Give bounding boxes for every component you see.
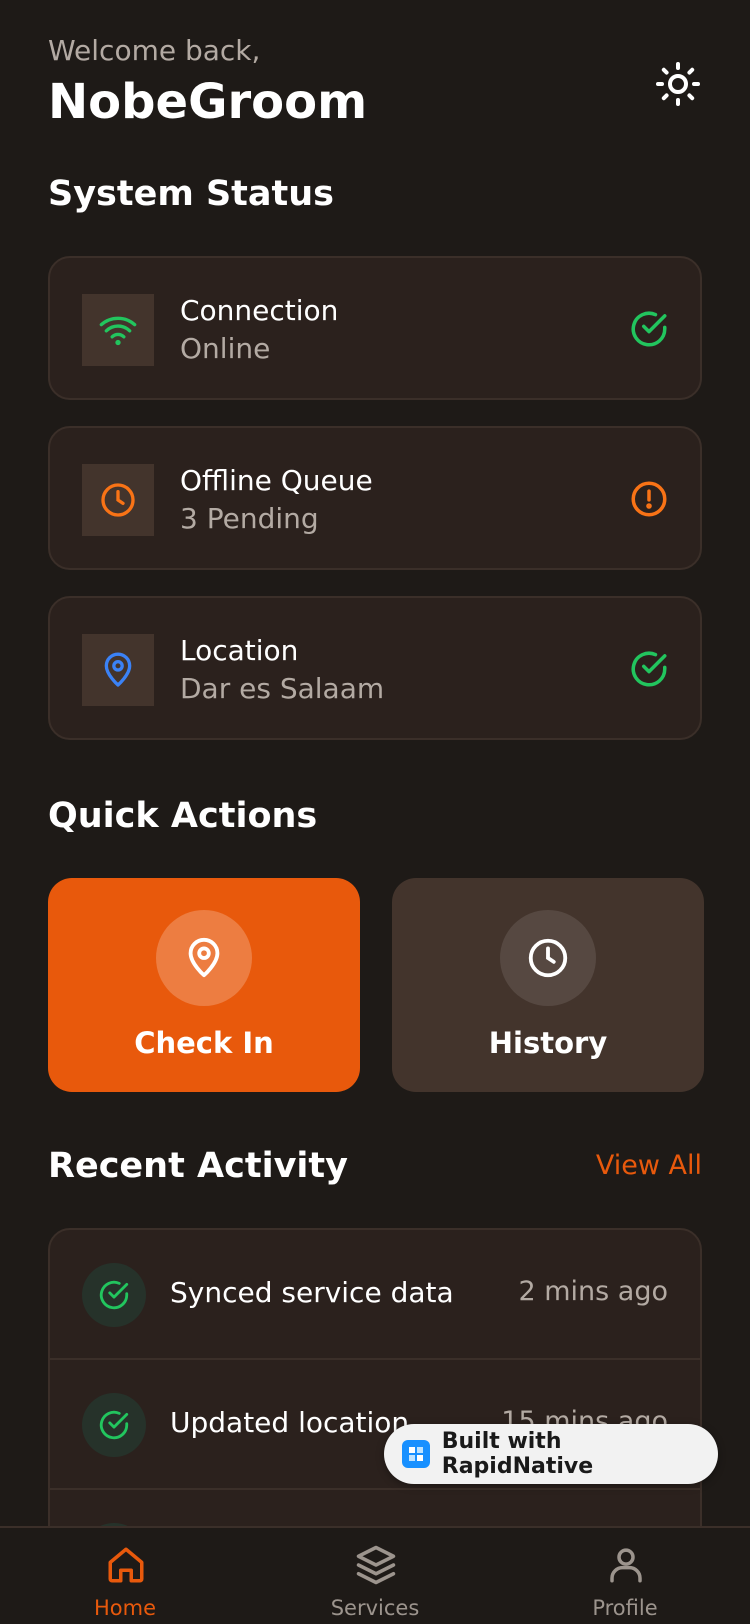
- activity-icon-circle: [82, 1263, 146, 1327]
- status-value: Dar es Salaam: [180, 672, 385, 705]
- action-label: Check In: [134, 1026, 274, 1060]
- status-icon-box: [82, 294, 154, 366]
- check-circle-icon: [631, 311, 667, 347]
- check-in-button[interactable]: Check In: [48, 878, 360, 1092]
- activity-text: Synced service data: [170, 1276, 454, 1309]
- list-item[interactable]: [50, 1490, 700, 1526]
- built-with-badge[interactable]: Built with RapidNative: [384, 1424, 718, 1484]
- status-value: 3 Pending: [180, 502, 319, 535]
- layers-icon: [356, 1545, 396, 1585]
- action-label: History: [488, 1026, 608, 1060]
- tab-home[interactable]: Home: [55, 1528, 195, 1624]
- recent-activity-title: Recent Activity: [48, 1146, 348, 1186]
- welcome-text: Welcome back,: [48, 34, 261, 67]
- alert-circle-icon: [631, 481, 667, 517]
- sun-icon: [656, 62, 700, 106]
- theme-toggle-button[interactable]: [654, 60, 702, 108]
- activity-time: 2 mins ago: [518, 1276, 668, 1307]
- view-all-link[interactable]: View All: [596, 1150, 702, 1181]
- status-card-offline-queue[interactable]: Offline Queue 3 Pending: [48, 426, 702, 570]
- quick-actions-title: Quick Actions: [48, 796, 318, 836]
- username: NobeGroom: [48, 74, 368, 130]
- tab-label: Home: [93, 1596, 156, 1620]
- tab-profile[interactable]: Profile: [555, 1528, 695, 1624]
- bottom-tab-bar: Home Services Profile: [0, 1526, 750, 1624]
- check-circle-icon: [99, 1280, 129, 1310]
- activity-text: Updated location: [170, 1406, 410, 1439]
- user-icon: [610, 1548, 642, 1583]
- tab-services[interactable]: Services: [305, 1528, 445, 1624]
- check-circle-icon: [99, 1410, 129, 1440]
- clock-icon: [101, 483, 135, 517]
- status-value: Online: [180, 332, 271, 365]
- check-circle-icon: [631, 651, 667, 687]
- wifi-icon: [99, 316, 137, 346]
- home-icon: [108, 1547, 144, 1583]
- badge-text: Built with RapidNative: [441, 1429, 594, 1479]
- tab-label: Profile: [592, 1596, 658, 1620]
- map-pin-icon: [104, 652, 132, 687]
- history-button[interactable]: History: [392, 878, 704, 1092]
- map-pin-icon: [188, 937, 220, 978]
- rapidnative-logo-icon: [402, 1440, 430, 1468]
- status-icon-box: [82, 464, 154, 536]
- status-title: Connection: [180, 294, 339, 327]
- home-screen: Welcome back, NobeGroom System Status Co…: [0, 0, 750, 1526]
- clock-icon: [528, 938, 568, 978]
- status-title: Location: [180, 634, 299, 667]
- action-icon-circle: [156, 910, 252, 1006]
- status-title: Offline Queue: [180, 464, 373, 497]
- system-status-title: System Status: [48, 174, 335, 214]
- action-icon-circle: [500, 910, 596, 1006]
- status-icon-box: [82, 634, 154, 706]
- activity-icon-circle: [82, 1393, 146, 1457]
- tab-label: Services: [330, 1596, 420, 1620]
- list-item[interactable]: Synced service data 2 mins ago: [50, 1230, 700, 1360]
- status-card-location[interactable]: Location Dar es Salaam: [48, 596, 702, 740]
- status-card-connection[interactable]: Connection Online: [48, 256, 702, 400]
